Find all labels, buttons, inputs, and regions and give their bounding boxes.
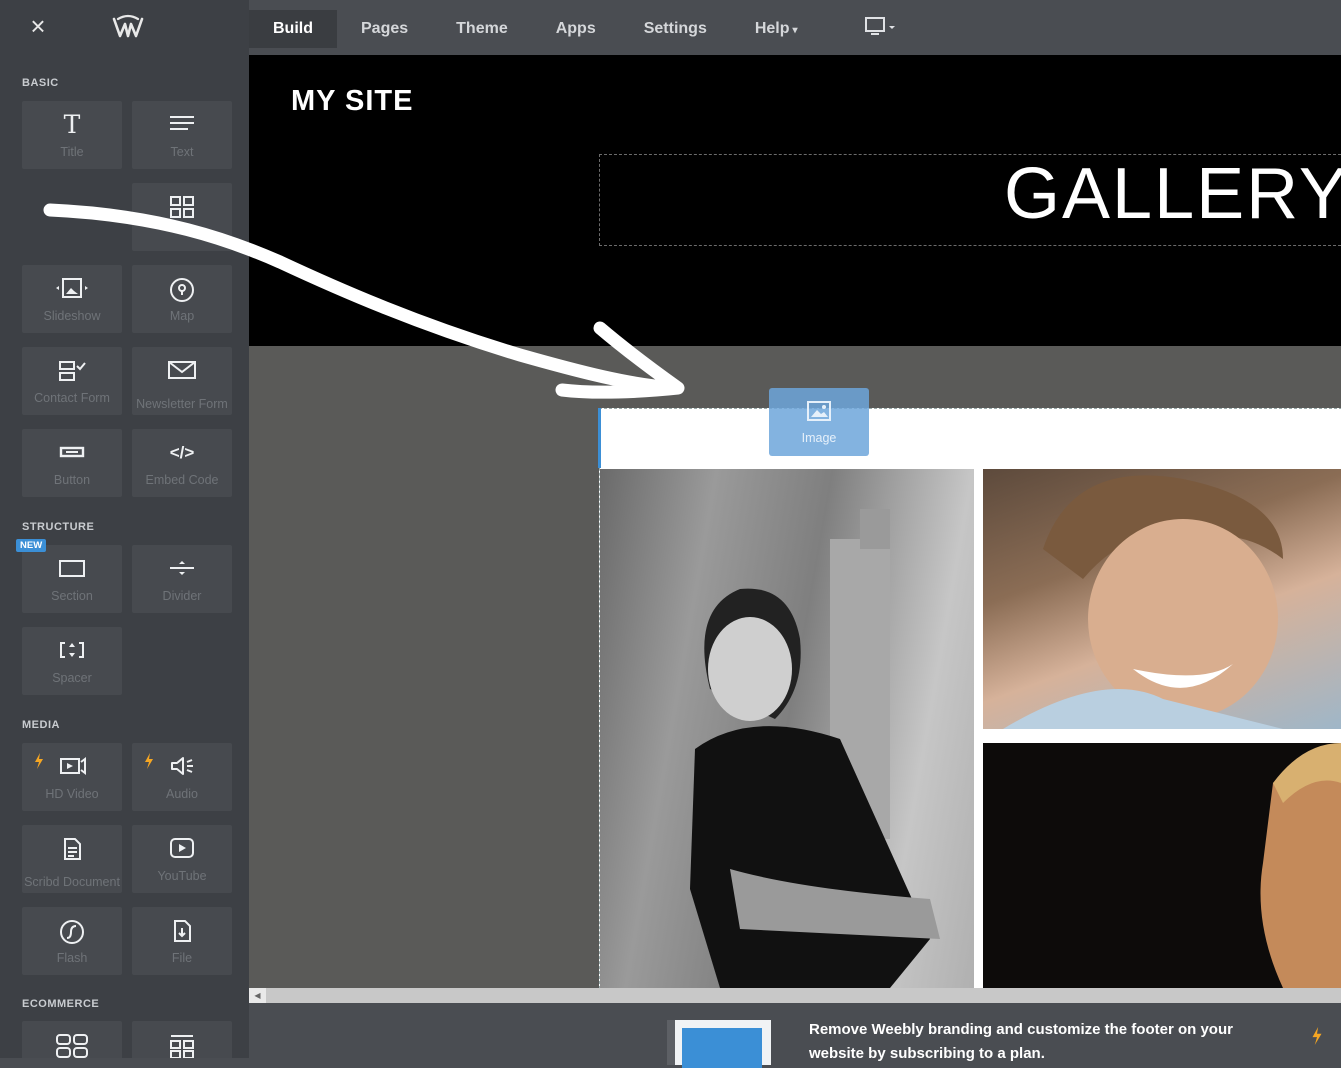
button-icon [22, 441, 122, 465]
gallery-title-box[interactable]: GALLERY [599, 154, 1341, 246]
speaker-icon [132, 755, 232, 779]
element-scribd-document[interactable]: Scribd Document [22, 825, 122, 893]
new-badge: NEW [16, 539, 47, 552]
text-lines-icon [132, 113, 232, 137]
horizontal-scrollbar[interactable]: ◀ [249, 988, 1341, 1003]
promo-thumbnail [667, 1020, 771, 1068]
code-icon: </> [169, 443, 195, 462]
drop-indicator [598, 408, 601, 468]
slideshow-icon [22, 277, 122, 301]
editor-canvas: MY SITE GALLERY Image [249, 55, 1341, 988]
tab-help-label: Help [754, 20, 790, 37]
main-nav: Build Pages Theme Apps Settings Help ▾ [249, 10, 822, 48]
element-spacer[interactable]: Spacer [22, 627, 122, 695]
element-button[interactable]: Button [22, 429, 122, 497]
video-camera-icon [22, 755, 122, 779]
dragged-image-element[interactable]: Image [769, 388, 869, 456]
promo-thumbnail-graphic [682, 1028, 762, 1068]
flash-icon [22, 919, 122, 944]
gallery-heading[interactable]: GALLERY [1004, 153, 1341, 235]
tab-pages[interactable]: Pages [337, 10, 432, 48]
element-hd-video[interactable]: HD Video [22, 743, 122, 811]
element-text[interactable]: Text [132, 101, 232, 169]
element-newsletter-form[interactable]: Newsletter Form [132, 347, 232, 415]
youtube-icon [132, 837, 232, 861]
envelope-icon [132, 359, 232, 383]
spacer-icon [22, 639, 122, 663]
section-label-ecommerce: ECOMMERCE [22, 998, 100, 1010]
element-flash[interactable]: Flash [22, 907, 122, 975]
element-gallery[interactable] [132, 183, 232, 251]
element-title-label: Title [60, 145, 84, 159]
element-divider[interactable]: Divider [132, 545, 232, 613]
element-contact-form-label: Contact Form [34, 391, 110, 405]
element-button-label: Button [53, 473, 91, 487]
footer-bar: Remove Weebly branding and customize the… [249, 1003, 1341, 1068]
element-sidebar: BASIC T Title Text Slideshow Map Contact… [0, 55, 249, 1058]
element-flash-label: Flash [56, 951, 88, 965]
element-youtube-label: YouTube [157, 869, 207, 883]
weebly-logo-icon[interactable] [112, 14, 144, 42]
site-title[interactable]: MY SITE [291, 85, 414, 118]
gallery-photo-1[interactable] [600, 469, 974, 988]
element-slideshow-label: Slideshow [43, 309, 101, 323]
site-header: MY SITE GALLERY [249, 55, 1341, 346]
element-audio[interactable]: Audio [132, 743, 232, 811]
title-icon: T [63, 110, 81, 139]
product-grid-icon [22, 1033, 122, 1058]
tab-settings[interactable]: Settings [620, 10, 731, 48]
element-map-label: Map [169, 309, 195, 323]
element-title[interactable]: T Title [22, 101, 122, 169]
section-label-structure: STRUCTURE [22, 521, 95, 533]
element-section-label: Section [51, 589, 93, 603]
element-spacer-label: Spacer [52, 671, 92, 685]
scroll-left-arrow-icon[interactable]: ◀ [249, 988, 266, 1003]
gallery-photo-2[interactable] [983, 469, 1341, 729]
element-youtube[interactable]: YouTube [132, 825, 232, 893]
element-embed-code-label: Embed Code [145, 473, 219, 487]
section-label-media: MEDIA [22, 719, 60, 731]
element-embed-code[interactable]: </> Embed Code [132, 429, 232, 497]
upgrade-bolt-icon[interactable] [1311, 1027, 1323, 1045]
element-scribd-document-label: Scribd Document [24, 875, 120, 889]
element-map[interactable]: Map [132, 265, 232, 333]
map-pin-icon [132, 277, 232, 302]
element-slideshow[interactable]: Slideshow [22, 265, 122, 333]
product-list-icon [132, 1033, 232, 1058]
tab-apps[interactable]: Apps [532, 10, 620, 48]
element-hd-video-label: HD Video [45, 787, 99, 801]
divider-icon [132, 557, 232, 581]
gallery-grid-icon [132, 195, 232, 219]
document-icon [22, 837, 122, 861]
image-icon [807, 401, 831, 421]
footer-promo-text[interactable]: Remove Weebly branding and customize the… [809, 1018, 1269, 1066]
file-icon [132, 919, 232, 943]
section-label-basic: BASIC [22, 77, 59, 89]
toolbar-left-panel: × [0, 0, 249, 55]
dragged-image-label: Image [801, 431, 837, 445]
element-text-label: Text [170, 145, 194, 159]
element-file[interactable]: File [132, 907, 232, 975]
tab-build[interactable]: Build [249, 10, 337, 48]
tab-help[interactable]: Help ▾ [731, 10, 822, 48]
element-contact-form[interactable]: Contact Form [22, 347, 122, 415]
chevron-down-icon: ▾ [792, 25, 798, 36]
section-icon [22, 557, 122, 581]
element-divider-label: Divider [162, 589, 202, 603]
close-icon[interactable]: × [24, 12, 52, 40]
desktop-preview-icon[interactable] [864, 14, 898, 40]
contact-form-icon [22, 359, 122, 383]
element-section[interactable]: Section [22, 545, 122, 613]
element-store-grid[interactable] [22, 1021, 122, 1058]
element-audio-label: Audio [166, 787, 198, 801]
tab-theme[interactable]: Theme [432, 10, 532, 48]
element-file-label: File [171, 951, 193, 965]
top-toolbar: × Build Pages Theme Apps Settings Help ▾ [0, 0, 1341, 55]
element-product-list[interactable] [132, 1021, 232, 1058]
gallery-photo-3[interactable] [983, 743, 1341, 988]
element-newsletter-form-label: Newsletter Form [136, 397, 228, 411]
